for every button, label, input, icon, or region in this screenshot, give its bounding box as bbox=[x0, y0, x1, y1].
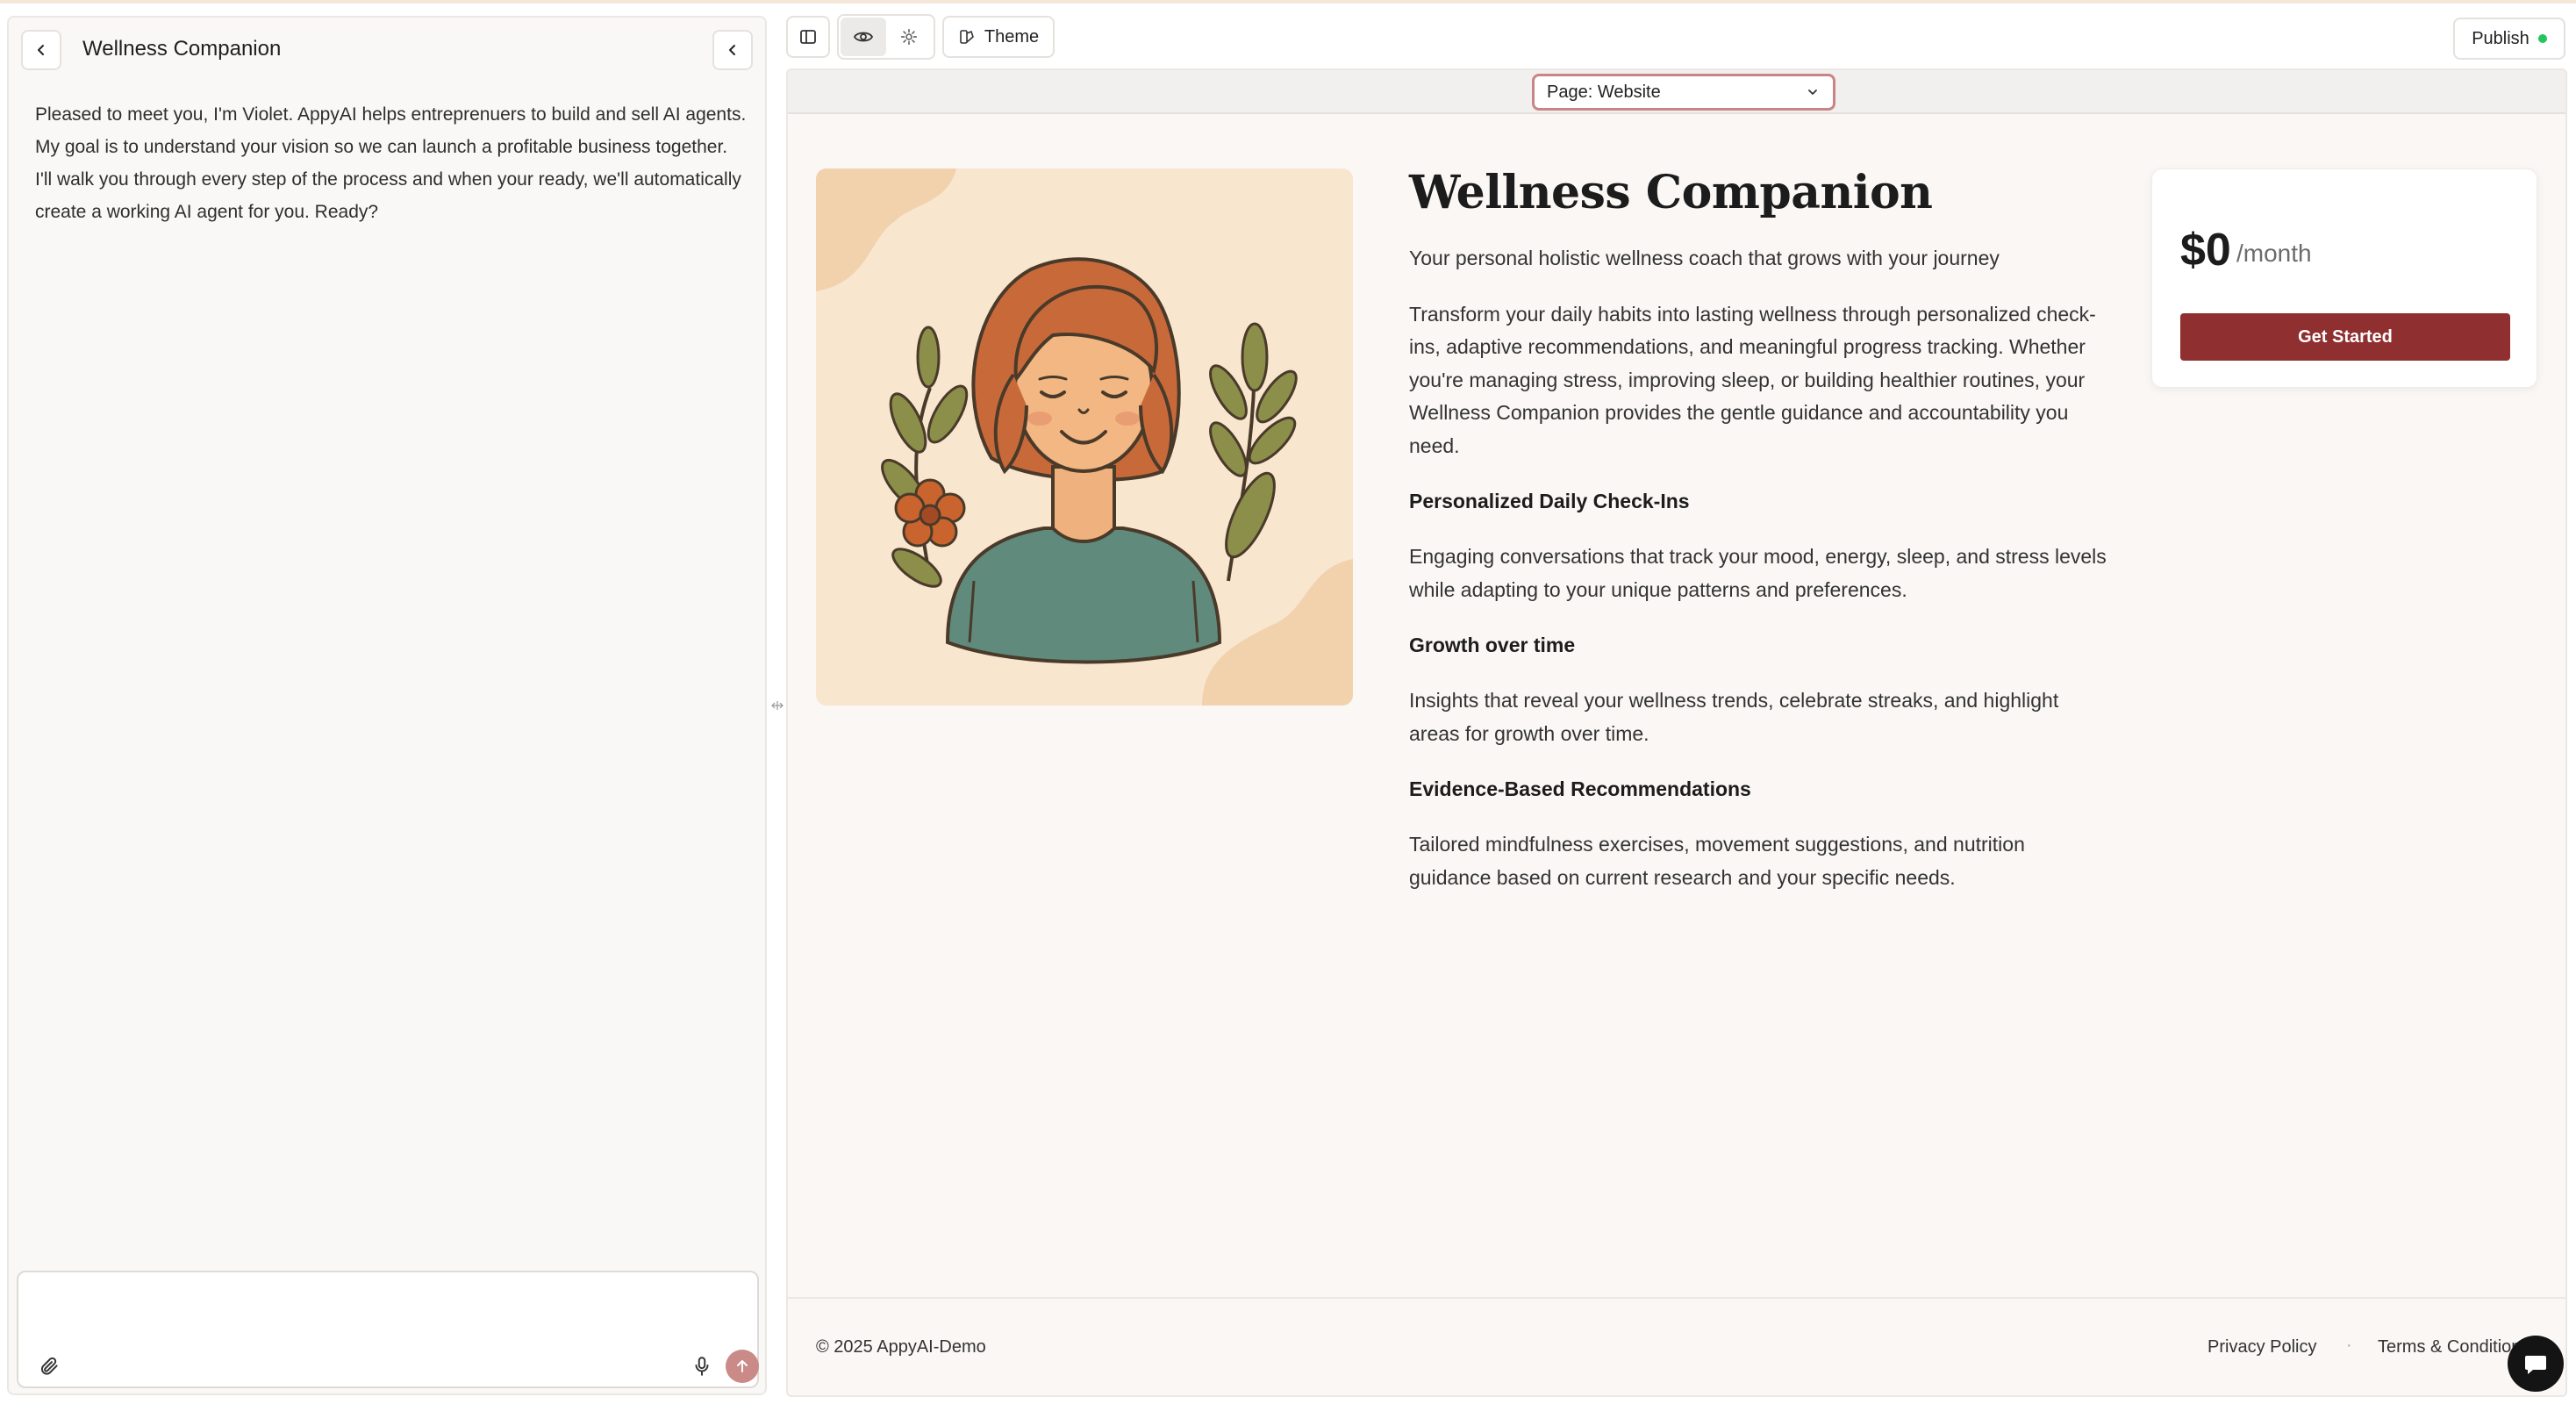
message-input[interactable] bbox=[32, 1283, 743, 1344]
publish-label: Publish bbox=[2472, 28, 2529, 48]
sidebar-icon bbox=[800, 30, 816, 44]
message-composer bbox=[17, 1271, 759, 1388]
panel-resize-handle-icon[interactable] bbox=[770, 698, 784, 713]
arrow-up-icon bbox=[737, 1360, 748, 1372]
feature-body: Tailored mindfulness exercises, movement… bbox=[1409, 833, 2025, 889]
theme-label: Theme bbox=[984, 26, 1040, 47]
website-preview: Page: Website Wellness Companion Your pe… bbox=[786, 68, 2567, 1397]
privacy-policy-link[interactable]: Privacy Policy bbox=[2207, 1337, 2316, 1357]
page-bar: Page: Website bbox=[788, 70, 2565, 114]
website-tagline: Your personal holistic wellness coach th… bbox=[1409, 247, 2000, 269]
chevron-down-icon bbox=[1808, 90, 1817, 95]
send-button[interactable] bbox=[726, 1350, 759, 1383]
view-mode-toggle bbox=[837, 14, 935, 60]
page-select[interactable]: Page: Website bbox=[1532, 74, 1835, 111]
palette-icon bbox=[960, 30, 974, 44]
feature-body: Insights that reveal your wellness trend… bbox=[1409, 689, 2059, 745]
terms-link[interactable]: Terms & Conditions bbox=[2378, 1337, 2529, 1357]
chevron-left-icon bbox=[729, 45, 735, 55]
footer-copyright: © 2025 AppyAI-Demo bbox=[816, 1337, 986, 1357]
price-amount: $0 bbox=[2180, 225, 2231, 276]
chat-bubble-icon bbox=[2525, 1356, 2546, 1374]
settings-mode-button[interactable] bbox=[886, 18, 932, 56]
chat-launcher-button[interactable] bbox=[2508, 1336, 2564, 1392]
microphone-icon[interactable] bbox=[691, 1355, 713, 1378]
website-footer: © 2025 AppyAI-Demo Privacy Policy · Term… bbox=[788, 1297, 2565, 1395]
footer-separator: · bbox=[2346, 1336, 2352, 1355]
publish-button[interactable]: Publish bbox=[2453, 18, 2565, 60]
paperclip-icon[interactable] bbox=[38, 1355, 61, 1378]
agent-chat-panel: Wellness Companion Pleased to meet you, … bbox=[7, 16, 767, 1395]
toggle-sidebar-button[interactable] bbox=[786, 16, 830, 58]
top-accent-line bbox=[0, 0, 2576, 4]
publish-status-dot bbox=[2537, 34, 2547, 43]
collapse-panel-button[interactable] bbox=[712, 30, 753, 70]
feature-heading: Personalized Daily Check-Ins bbox=[1409, 490, 1690, 512]
price-period: /month bbox=[2236, 240, 2312, 267]
back-button[interactable] bbox=[21, 30, 61, 70]
theme-button[interactable]: Theme bbox=[942, 16, 1055, 58]
pricing-card: $0 /month Get Started bbox=[2151, 168, 2537, 388]
preview-mode-button[interactable] bbox=[841, 18, 886, 56]
website-content: Wellness Companion Your personal holisti… bbox=[1409, 161, 2111, 917]
eye-icon bbox=[853, 32, 874, 42]
get-started-button[interactable]: Get Started bbox=[2180, 313, 2510, 361]
page-select-value: Page: Website bbox=[1547, 82, 1661, 102]
woman-illustration bbox=[816, 168, 1353, 706]
panel-title: Wellness Companion bbox=[82, 37, 282, 61]
assistant-message: Pleased to meet you, I'm Violet. AppyAI … bbox=[35, 104, 747, 222]
gear-icon bbox=[900, 28, 918, 46]
chevron-left-icon bbox=[38, 45, 44, 55]
feature-heading: Growth over time bbox=[1409, 634, 1576, 656]
feature-heading: Evidence-Based Recommendations bbox=[1409, 777, 1751, 800]
website-title: Wellness Companion bbox=[1409, 166, 1933, 219]
feature-body: Engaging conversations that track your m… bbox=[1409, 545, 2107, 601]
website-intro: Transform your daily habits into lasting… bbox=[1409, 302, 2096, 457]
panel-header: Wellness Companion bbox=[9, 18, 765, 81]
hero-illustration bbox=[816, 168, 1353, 706]
